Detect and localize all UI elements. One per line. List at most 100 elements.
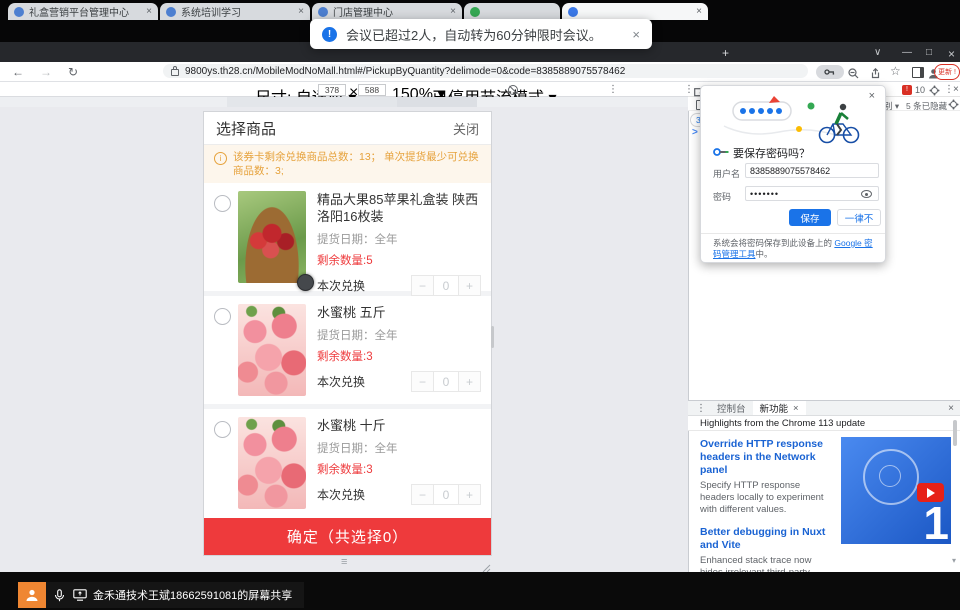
console-settings-icon[interactable]: [950, 101, 957, 108]
quantity-stepper: − 0 +: [412, 371, 481, 392]
tab-close-icon[interactable]: ×: [450, 6, 456, 17]
forward-icon[interactable]: →: [40, 65, 52, 79]
product-radio[interactable]: [214, 195, 231, 212]
page-title: 选择商品: [216, 118, 453, 139]
viewport-scrollbar[interactable]: [491, 326, 494, 348]
username-field[interactable]: [745, 163, 879, 178]
tab-close-icon[interactable]: ×: [696, 6, 702, 17]
devtools-settings-icon[interactable]: [931, 87, 938, 94]
person-icon: [25, 588, 39, 602]
console-prompt-icon[interactable]: >: [692, 127, 698, 138]
tab-console[interactable]: 控制台: [710, 401, 753, 415]
drawer-close-icon[interactable]: ×: [948, 403, 954, 414]
sheet-header: 选择商品 关闭: [204, 112, 491, 145]
pickup-date-label: 提货日期：: [317, 234, 375, 246]
stepper-value[interactable]: 0: [433, 484, 459, 505]
device-width-input[interactable]: [318, 84, 346, 96]
product-list: 精品大果85苹果礼盒装 陕西洛阳16枚装 提货日期：全年 剩余数量:5 本次兑换…: [204, 183, 491, 518]
browser-tab-4[interactable]: [464, 3, 560, 20]
whats-new-header: Highlights from the Chrome 113 update: [688, 416, 960, 431]
browser-tab-1[interactable]: 礼盒营销平台管理中心 ×: [8, 3, 158, 20]
mobile-viewport: 选择商品 关闭 i 该券卡剩余兑换商品总数：13； 单次提货最少可兑换商品数：3…: [204, 112, 491, 555]
whats-new-item-title[interactable]: Override HTTP response headers in the Ne…: [700, 438, 833, 477]
window-close-button[interactable]: ×: [948, 47, 955, 61]
browser-tab-3[interactable]: 门店管理中心 ×: [312, 3, 462, 20]
dialog-footer: 系统会将密码保存到此设备上的 Google 密码管理工具中。: [713, 238, 875, 260]
password-field[interactable]: [745, 186, 879, 201]
pickup-date: 提货日期：全年: [317, 440, 481, 456]
toast-close-icon[interactable]: ×: [632, 27, 640, 42]
save-password-button[interactable]: 保存: [789, 209, 831, 226]
browser-tab-2[interactable]: 系统培训学习 ×: [160, 3, 310, 20]
toast-info-icon: !: [322, 27, 337, 42]
address-bar[interactable]: 9800ys.th28.cn/MobileModNoMall.html#/Pic…: [163, 64, 808, 78]
stepper-minus-button[interactable]: −: [411, 275, 434, 296]
stepper-minus-button[interactable]: −: [411, 371, 434, 392]
password-label: 密码: [713, 190, 731, 203]
pickup-date-label: 提货日期：: [317, 443, 375, 455]
screen-share-icon: [73, 589, 87, 601]
issues-count[interactable]: 10: [915, 85, 925, 95]
whats-new-video-thumbnail[interactable]: 1: [841, 437, 951, 544]
issues-icon[interactable]: !: [902, 85, 912, 95]
product-info: 水蜜桃 五斤 提货日期：全年 剩余数量:3 本次兑换 − 0 +: [317, 304, 481, 404]
window-minimize-button[interactable]: —: [902, 47, 912, 58]
product-image: [238, 191, 306, 283]
update-chrome-button[interactable]: 更新 !: [934, 64, 960, 80]
browser-tab-5[interactable]: ×: [562, 3, 708, 20]
device-height-input[interactable]: [358, 84, 386, 96]
stepper-value[interactable]: 0: [433, 371, 459, 392]
exchange-label: 本次兑换: [317, 373, 365, 390]
drawer-menu-icon[interactable]: ⋮: [696, 403, 706, 414]
show-password-eye-icon[interactable]: [861, 190, 872, 198]
tab-close-icon[interactable]: ×: [298, 6, 304, 17]
console-filter-dropdown[interactable]: 别 ▾: [884, 100, 899, 112]
stepper-value[interactable]: 0: [433, 275, 459, 296]
media-query-segment[interactable]: [227, 97, 397, 107]
notice-text: 该券卡剩余兑换商品总数：13； 单次提货最少可兑换商品数：3;: [233, 150, 481, 183]
tab-favicon: [166, 7, 176, 17]
window-maximize-button[interactable]: □: [926, 47, 932, 58]
viewport-resize-handle[interactable]: ≡: [341, 556, 347, 568]
devtools-dock-menu-icon[interactable]: ⋮: [684, 84, 694, 95]
exchange-label: 本次兑换: [317, 486, 365, 503]
tab-favicon: [568, 7, 578, 17]
side-panel-icon[interactable]: [912, 67, 924, 78]
share-status-pill: 金禾通技术王斌18662591081的屏幕共享: [46, 582, 304, 608]
new-tab-button[interactable]: +: [722, 46, 729, 60]
product-radio[interactable]: [214, 421, 231, 438]
stepper-plus-button[interactable]: +: [458, 371, 481, 392]
product-radio[interactable]: [214, 308, 231, 325]
product-title: 水蜜桃 十斤: [317, 417, 481, 434]
product-info: 水蜜桃 十斤 提货日期：全年 剩余数量:3 本次兑换 − 0 +: [317, 417, 481, 517]
key-glyph: [824, 68, 836, 76]
drawer-scrollbar[interactable]: [953, 420, 957, 446]
reload-icon[interactable]: ↻: [68, 65, 78, 79]
device-toolbar-menu-icon[interactable]: ⋮: [608, 84, 618, 95]
password-key-icon[interactable]: [816, 65, 844, 79]
media-query-segment[interactable]: [397, 97, 477, 107]
never-save-button[interactable]: 一律不: [837, 209, 881, 226]
stepper-plus-button[interactable]: +: [458, 484, 481, 505]
remaining-label: 剩余数量:: [317, 351, 366, 363]
scroll-down-icon[interactable]: ▾: [952, 556, 956, 565]
tab-close-icon[interactable]: ×: [146, 6, 152, 17]
stepper-minus-button[interactable]: −: [411, 484, 434, 505]
remaining-qty: 剩余数量:5: [317, 252, 481, 268]
dialog-divider: [701, 233, 885, 234]
footer-suffix: 中。: [756, 249, 773, 259]
back-icon[interactable]: ←: [12, 65, 24, 79]
devtools-close-icon[interactable]: ×: [953, 84, 959, 95]
lock-icon: [171, 69, 179, 76]
stepper-plus-button[interactable]: +: [458, 275, 481, 296]
whats-new-item-title[interactable]: Better debugging in Nuxt and Vite: [700, 526, 833, 552]
whats-new-close-icon[interactable]: ×: [793, 403, 799, 414]
confirm-button[interactable]: 确定（共选择0）: [204, 518, 491, 555]
rotate-icon[interactable]: [508, 85, 518, 95]
tab-favicon: [318, 7, 328, 17]
tab-search-icon[interactable]: ∨: [874, 47, 881, 58]
bookmark-star-icon[interactable]: ☆: [890, 64, 901, 78]
close-sheet-button[interactable]: 关闭: [453, 119, 479, 138]
dialog-close-icon[interactable]: ×: [869, 90, 875, 102]
tab-whats-new[interactable]: 新功能 ×: [753, 401, 806, 415]
